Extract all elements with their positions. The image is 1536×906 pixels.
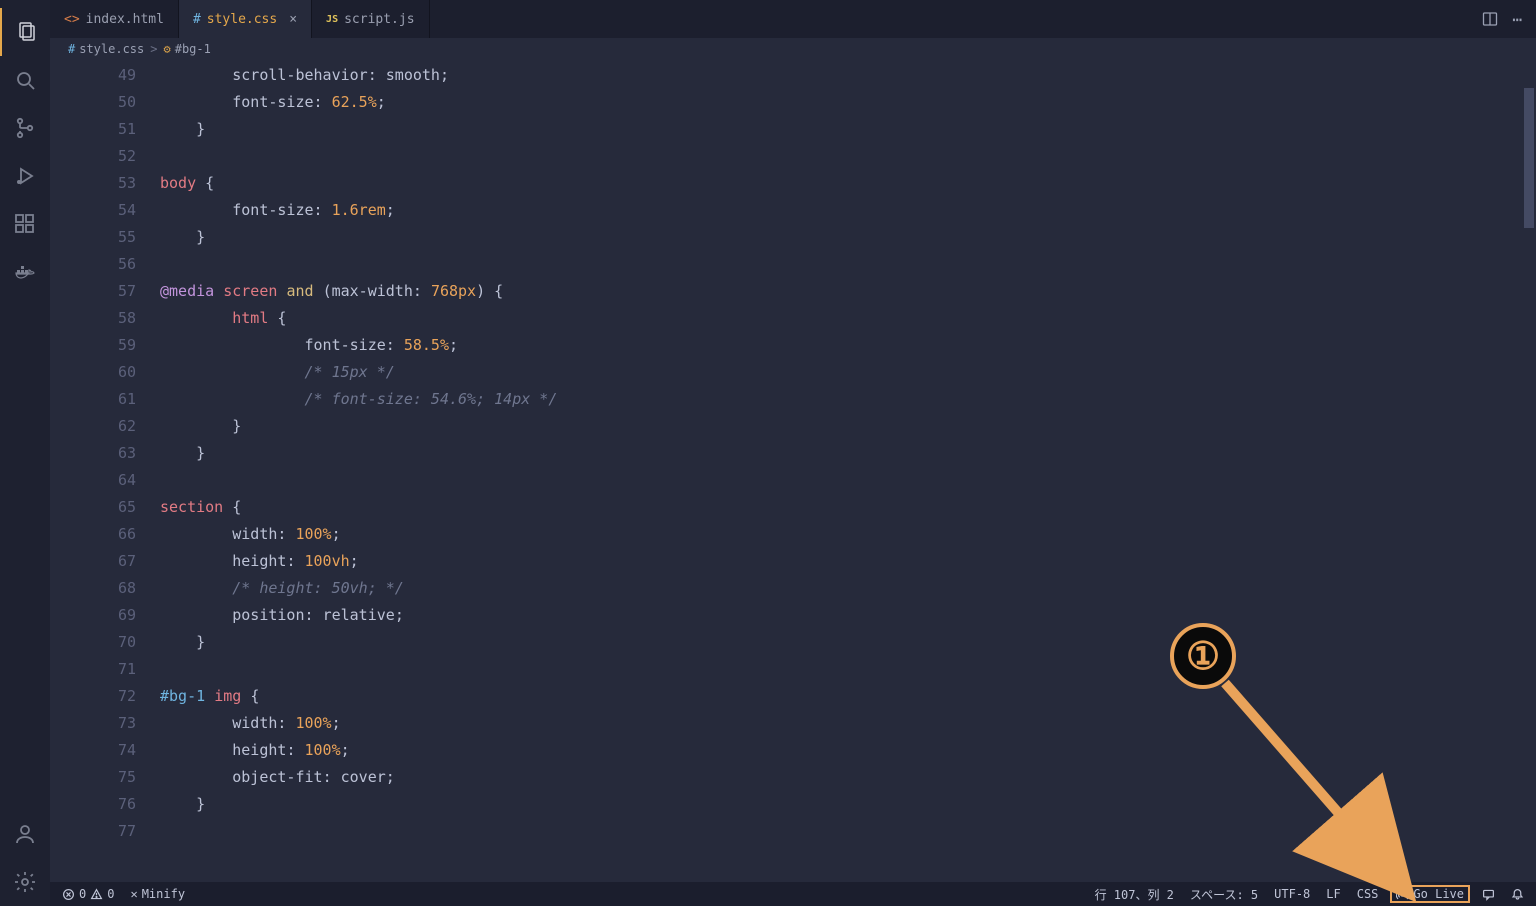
tab-label: style.css bbox=[207, 12, 277, 27]
notifications-icon[interactable] bbox=[1507, 888, 1528, 901]
language-mode[interactable]: CSS bbox=[1353, 887, 1383, 901]
search-icon[interactable] bbox=[0, 56, 50, 104]
account-icon[interactable] bbox=[0, 810, 50, 858]
go-live-button[interactable]: Go Live bbox=[1390, 885, 1470, 903]
code-content[interactable]: scroll-behavior: smooth; font-size: 62.5… bbox=[160, 60, 1536, 882]
tab-index-html[interactable]: <> index.html bbox=[50, 0, 179, 38]
line-number-gutter: 4950515253545556575859606162636465666768… bbox=[50, 60, 160, 882]
split-editor-icon[interactable] bbox=[1482, 11, 1498, 27]
css-file-icon: # bbox=[68, 42, 75, 56]
breadcrumb-file: style.css bbox=[79, 42, 144, 56]
tab-label: index.html bbox=[86, 12, 164, 27]
status-bar: 0 0 ✕ Minify 行 107、列 2 スペース: 5 UTF-8 LF bbox=[50, 882, 1536, 906]
annotation-badge: ① bbox=[1170, 623, 1236, 689]
cursor-position[interactable]: 行 107、列 2 bbox=[1091, 886, 1178, 903]
explorer-icon[interactable] bbox=[0, 8, 50, 56]
extensions-icon[interactable] bbox=[0, 200, 50, 248]
encoding-status[interactable]: UTF-8 bbox=[1270, 887, 1314, 901]
docker-icon[interactable] bbox=[0, 248, 50, 296]
tab-script-js[interactable]: JS script.js bbox=[312, 0, 430, 38]
minify-label: Minify bbox=[142, 887, 185, 901]
vertical-scrollbar[interactable] bbox=[1522, 60, 1536, 882]
source-control-icon[interactable] bbox=[0, 104, 50, 152]
errors-count: 0 bbox=[79, 887, 86, 901]
code-editor[interactable]: 4950515253545556575859606162636465666768… bbox=[50, 60, 1536, 882]
tab-label: script.js bbox=[344, 12, 414, 27]
js-file-icon: JS bbox=[326, 14, 338, 25]
tab-style-css[interactable]: # style.css × bbox=[179, 0, 312, 38]
css-file-icon: # bbox=[193, 12, 201, 27]
scrollbar-thumb[interactable] bbox=[1524, 88, 1534, 228]
warnings-count: 0 bbox=[107, 887, 114, 901]
run-debug-icon[interactable] bbox=[0, 152, 50, 200]
indentation-status[interactable]: スペース: 5 bbox=[1186, 886, 1262, 903]
more-actions-icon[interactable]: ⋯ bbox=[1512, 10, 1522, 29]
breadcrumb[interactable]: # style.css > ⚙ #bg-1 bbox=[50, 38, 1536, 60]
chevron-right-icon: > bbox=[150, 42, 157, 56]
html-file-icon: <> bbox=[64, 12, 80, 27]
symbol-icon: ⚙ bbox=[164, 42, 171, 56]
errors-status[interactable]: 0 0 bbox=[58, 887, 118, 901]
tab-bar: <> index.html # style.css × JS script.js… bbox=[50, 0, 1536, 38]
breadcrumb-symbol: #bg-1 bbox=[175, 42, 211, 56]
minify-icon: ✕ bbox=[130, 887, 137, 901]
minify-status[interactable]: ✕ Minify bbox=[126, 887, 189, 901]
close-icon[interactable]: × bbox=[289, 12, 297, 27]
activity-bar bbox=[0, 0, 50, 906]
go-live-label: Go Live bbox=[1413, 887, 1464, 901]
settings-gear-icon[interactable] bbox=[0, 858, 50, 906]
eol-status[interactable]: LF bbox=[1322, 887, 1344, 901]
feedback-icon[interactable] bbox=[1478, 888, 1499, 901]
